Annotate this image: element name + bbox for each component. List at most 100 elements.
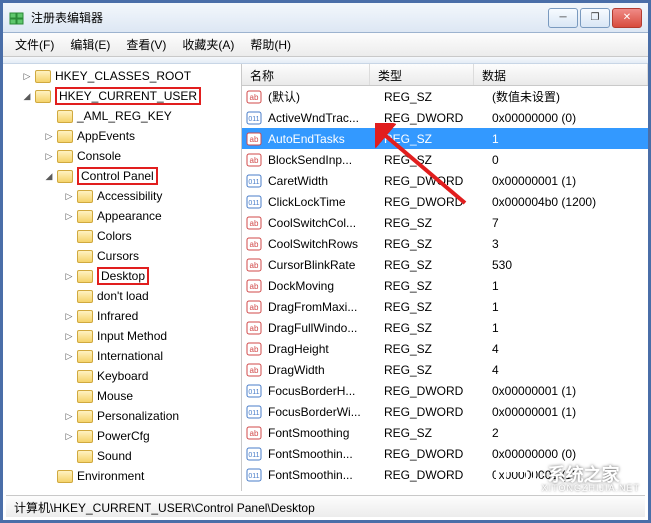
tree-pane[interactable]: ▷ HKEY_CLASSES_ROOT ◢ HKEY_CURRENT_USER _AML… — [3, 64, 242, 491]
menu-view[interactable]: 查看(V) — [120, 34, 172, 55]
tree-node[interactable]: ▷ Accessibility — [3, 186, 241, 206]
expander-icon[interactable] — [63, 230, 75, 242]
expander-icon[interactable]: ▷ — [63, 330, 75, 342]
value-row[interactable]: ab(默认)REG_SZ(数值未设置) — [242, 86, 648, 107]
expander-icon[interactable]: ◢ — [21, 90, 33, 102]
value-row[interactable]: abDragWidthREG_SZ4 — [242, 359, 648, 380]
menu-favorites[interactable]: 收藏夹(A) — [176, 34, 240, 55]
maximize-button[interactable]: ❐ — [580, 8, 610, 28]
value-name: FocusBorderWi... — [268, 405, 384, 419]
value-row[interactable]: 011FontSmoothin...REG_DWORD0x00000000 (0… — [242, 443, 648, 464]
list-pane[interactable]: 名称 类型 数据 ab(默认)REG_SZ(数值未设置)011ActiveWnd… — [242, 64, 648, 491]
expander-icon[interactable]: ▷ — [63, 190, 75, 202]
tree-node[interactable]: ▷ Desktop — [3, 266, 241, 286]
value-row[interactable]: abCursorBlinkRateREG_SZ530 — [242, 254, 648, 275]
tree-node[interactable]: Cursors — [3, 246, 241, 266]
expander-icon[interactable] — [63, 290, 75, 302]
expander-icon[interactable]: ▷ — [43, 130, 55, 142]
tree-node[interactable]: ▷ Personalization — [3, 406, 241, 426]
expander-icon[interactable]: ◢ — [43, 170, 55, 182]
value-row[interactable]: 011FontSmoothin...REG_DWORD0x00000001 (1… — [242, 464, 648, 485]
tree-label[interactable]: Input Method — [97, 329, 167, 343]
value-data: 4 — [492, 342, 648, 356]
tree-label[interactable]: don't load — [97, 289, 149, 303]
tree-label[interactable]: PowerCfg — [97, 429, 150, 443]
tree-node[interactable]: ▷ Infrared — [3, 306, 241, 326]
tree-label[interactable]: Control Panel — [77, 167, 158, 185]
value-row[interactable]: 011FocusBorderH...REG_DWORD0x00000001 (1… — [242, 380, 648, 401]
tree-node[interactable]: ◢ HKEY_CURRENT_USER — [3, 86, 241, 106]
value-row[interactable]: abCoolSwitchCol...REG_SZ7 — [242, 212, 648, 233]
value-type: REG_DWORD — [384, 468, 492, 482]
value-row[interactable]: abDragFromMaxi...REG_SZ1 — [242, 296, 648, 317]
minimize-button[interactable]: ─ — [548, 8, 578, 28]
tree-node[interactable]: ▷ Appearance — [3, 206, 241, 226]
value-row[interactable]: abCoolSwitchRowsREG_SZ3 — [242, 233, 648, 254]
column-data[interactable]: 数据 — [474, 64, 648, 85]
value-row[interactable]: abDragHeightREG_SZ4 — [242, 338, 648, 359]
tree-node[interactable]: ▷ International — [3, 346, 241, 366]
tree-label[interactable]: Personalization — [97, 409, 179, 423]
tree-label[interactable]: AppEvents — [77, 129, 135, 143]
tree-label[interactable]: Mouse — [97, 389, 133, 403]
expander-icon[interactable]: ▷ — [63, 410, 75, 422]
tree-label[interactable]: _AML_REG_KEY — [77, 109, 172, 123]
tree-label[interactable]: Keyboard — [97, 369, 148, 383]
value-type: REG_SZ — [384, 321, 492, 335]
menu-edit[interactable]: 编辑(E) — [64, 34, 116, 55]
tree-node[interactable]: ▷ Input Method — [3, 326, 241, 346]
expander-icon[interactable]: ▷ — [21, 70, 33, 82]
expander-icon[interactable] — [63, 450, 75, 462]
menu-file[interactable]: 文件(F) — [9, 34, 60, 55]
tree-label[interactable]: HKEY_CURRENT_USER — [55, 87, 201, 105]
tree-node[interactable]: ▷ HKEY_CLASSES_ROOT — [3, 66, 241, 86]
value-row[interactable]: 011ActiveWndTrac...REG_DWORD0x00000000 (… — [242, 107, 648, 128]
tree-label[interactable]: Infrared — [97, 309, 138, 323]
value-row[interactable]: abDockMovingREG_SZ1 — [242, 275, 648, 296]
tree-node[interactable]: ▷ Console — [3, 146, 241, 166]
expander-icon[interactable]: ▷ — [63, 430, 75, 442]
value-row[interactable]: abBlockSendInp...REG_SZ0 — [242, 149, 648, 170]
tree-node[interactable]: ▷ PowerCfg — [3, 426, 241, 446]
tree-label[interactable]: Sound — [97, 449, 132, 463]
tree-label[interactable]: Cursors — [97, 249, 139, 263]
tree-node[interactable]: ◢ Control Panel — [3, 166, 241, 186]
value-row[interactable]: abAutoEndTasksREG_SZ1 — [242, 128, 648, 149]
tree-node[interactable]: Colors — [3, 226, 241, 246]
expander-icon[interactable] — [63, 370, 75, 382]
column-name[interactable]: 名称 — [242, 64, 370, 85]
close-button[interactable]: ✕ — [612, 8, 642, 28]
tree-node[interactable]: Keyboard — [3, 366, 241, 386]
expander-icon[interactable] — [63, 250, 75, 262]
binary-value-icon: 011 — [246, 446, 262, 462]
expander-icon[interactable] — [43, 110, 55, 122]
tree-label[interactable]: HKEY_CLASSES_ROOT — [55, 69, 191, 83]
expander-icon[interactable] — [63, 390, 75, 402]
tree-node[interactable]: Environment — [3, 466, 241, 486]
tree-node[interactable]: _AML_REG_KEY — [3, 106, 241, 126]
tree-label[interactable]: Appearance — [97, 209, 162, 223]
tree-label[interactable]: International — [97, 349, 163, 363]
tree-label[interactable]: Console — [77, 149, 121, 163]
tree-label[interactable]: Accessibility — [97, 189, 162, 203]
tree-node[interactable]: ▷ AppEvents — [3, 126, 241, 146]
tree-node[interactable]: Sound — [3, 446, 241, 466]
value-row[interactable]: 011FocusBorderWi...REG_DWORD0x00000001 (… — [242, 401, 648, 422]
expander-icon[interactable]: ▷ — [63, 210, 75, 222]
tree-label[interactable]: Desktop — [97, 267, 149, 285]
tree-node[interactable]: Mouse — [3, 386, 241, 406]
tree-label[interactable]: Environment — [77, 469, 144, 483]
value-row[interactable]: abDragFullWindo...REG_SZ1 — [242, 317, 648, 338]
value-row[interactable]: abFontSmoothingREG_SZ2 — [242, 422, 648, 443]
column-type[interactable]: 类型 — [370, 64, 474, 85]
expander-icon[interactable]: ▷ — [63, 270, 75, 282]
expander-icon[interactable]: ▷ — [63, 310, 75, 322]
menu-help[interactable]: 帮助(H) — [244, 34, 297, 55]
tree-label[interactable]: Colors — [97, 229, 132, 243]
value-row[interactable]: 011ClickLockTimeREG_DWORD0x000004b0 (120… — [242, 191, 648, 212]
expander-icon[interactable]: ▷ — [63, 350, 75, 362]
tree-node[interactable]: don't load — [3, 286, 241, 306]
expander-icon[interactable] — [43, 470, 55, 482]
expander-icon[interactable]: ▷ — [43, 150, 55, 162]
value-row[interactable]: 011CaretWidthREG_DWORD0x00000001 (1) — [242, 170, 648, 191]
